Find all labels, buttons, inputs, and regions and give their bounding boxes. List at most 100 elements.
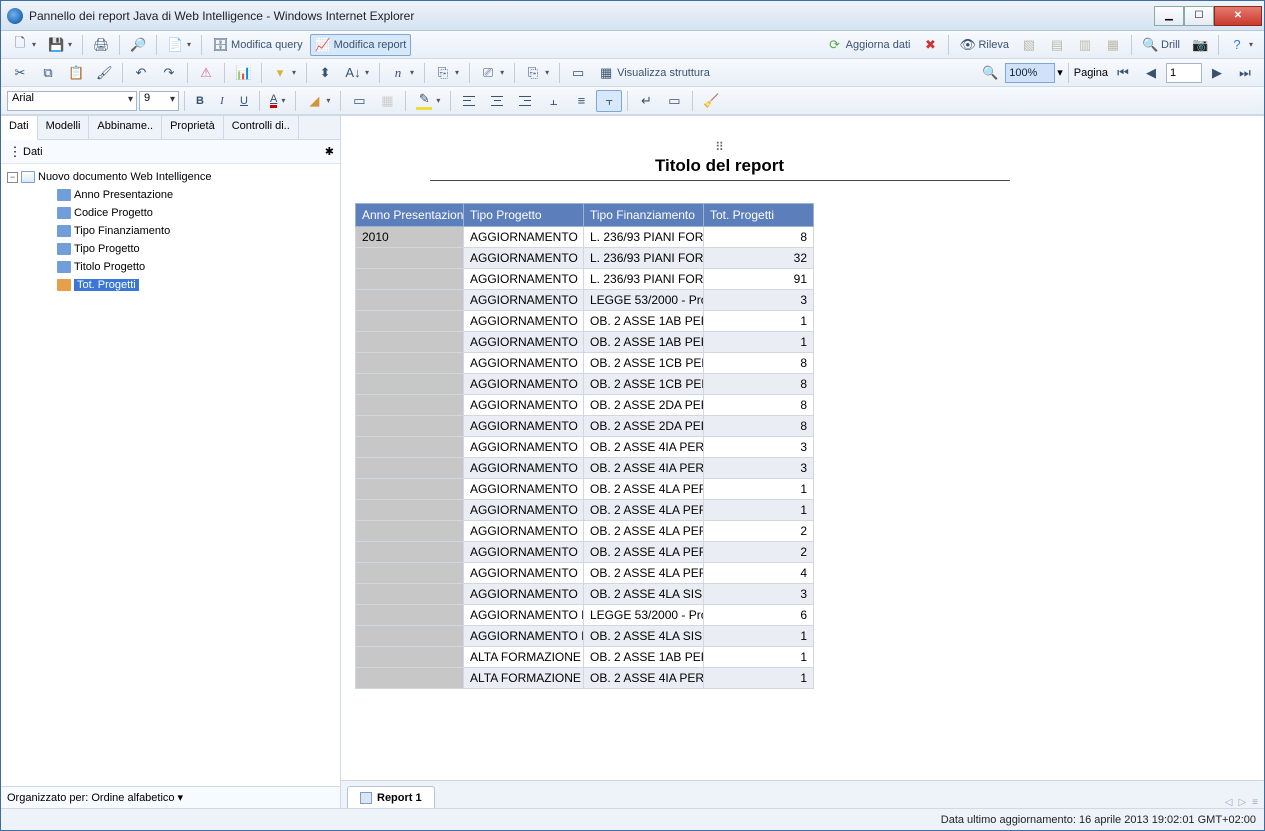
cell-tipo-progetto[interactable]: AGGIORNAMENTO — [464, 584, 584, 605]
page-next-button[interactable]: ▶ — [1204, 62, 1230, 84]
cell-tot-progetti[interactable]: 1 — [704, 332, 814, 353]
cell-anno[interactable] — [356, 374, 464, 395]
zoom-dropdown-icon[interactable]: ▾ — [1057, 66, 1063, 79]
cell-tot-progetti[interactable]: 2 — [704, 521, 814, 542]
cell-tot-progetti[interactable]: 91 — [704, 269, 814, 290]
cell-tipo-progetto[interactable]: AGGIORNAMENTO — [464, 542, 584, 563]
refresh-data-button[interactable]: ⟳Aggiorna dati — [822, 34, 916, 56]
table-row[interactable]: ALTA FORMAZIONE POB. 2 ASSE 1AB PER1 — [356, 647, 814, 668]
th-anno[interactable]: Anno Presentazione — [356, 204, 464, 227]
table-row[interactable]: AGGIORNAMENTOOB. 2 ASSE 4IA PER T3 — [356, 458, 814, 479]
cell-tipo-finanziamento[interactable]: OB. 2 ASSE 4IA PER T — [584, 437, 704, 458]
cell-anno[interactable] — [356, 290, 464, 311]
tree-root[interactable]: − Nuovo documento Web Intelligence — [3, 168, 338, 186]
cell-tipo-progetto[interactable]: AGGIORNAMENTO — [464, 227, 584, 248]
zoom-fit-button[interactable]: 🔍 — [977, 62, 1003, 84]
cell-tipo-finanziamento[interactable]: L. 236/93 PIANI FORM — [584, 227, 704, 248]
cell-tot-progetti[interactable]: 3 — [704, 437, 814, 458]
track-changes-button[interactable]: 👁Rileva — [954, 34, 1014, 56]
side-tab-map[interactable]: Abbiname.. — [89, 116, 162, 139]
table-row[interactable]: AGGIORNAMENTOOB. 2 ASSE 1AB PER1 — [356, 332, 814, 353]
cell-tipo-progetto[interactable]: ALTA FORMAZIONE P — [464, 668, 584, 689]
find-button[interactable]: 🔎 — [125, 34, 151, 56]
side-tab-inputcontrols[interactable]: Controlli di.. — [224, 116, 299, 139]
cell-tipo-progetto[interactable]: AGGIORNAMENTO IN — [464, 605, 584, 626]
export-button[interactable]: 📄▾ — [162, 34, 196, 56]
cell-anno[interactable] — [356, 458, 464, 479]
table-row[interactable]: AGGIORNAMENTOOB. 2 ASSE 1CB PER8 — [356, 353, 814, 374]
cell-tipo-finanziamento[interactable]: LEGGE 53/2000 - Pro — [584, 605, 704, 626]
tree-item[interactable]: Tipo Progetto — [3, 240, 338, 258]
break-button[interactable]: ⎘▾ — [430, 62, 464, 84]
cell-anno[interactable] — [356, 332, 464, 353]
copy-button[interactable]: ⧉ — [35, 62, 61, 84]
cell-tipo-finanziamento[interactable]: L. 236/93 PIANI FORM — [584, 248, 704, 269]
cell-tipo-finanziamento[interactable]: OB. 2 ASSE 2DA PER — [584, 416, 704, 437]
track-opt3-button[interactable]: ▥ — [1072, 34, 1098, 56]
border-style-button[interactable]: ▭ — [346, 90, 372, 112]
align-bottom-button[interactable]: ⫟ — [596, 90, 622, 112]
cut-button[interactable]: ✂ — [7, 62, 33, 84]
table-row[interactable]: 2010AGGIORNAMENTOL. 236/93 PIANI FORM8 — [356, 227, 814, 248]
align-top-button[interactable]: ⫠ — [540, 90, 566, 112]
cell-anno[interactable] — [356, 311, 464, 332]
cell-tipo-finanziamento[interactable]: OB. 2 ASSE 4IA PER T — [584, 668, 704, 689]
report-table[interactable]: Anno Presentazione Tipo Progetto Tipo Fi… — [355, 203, 814, 689]
cell-tipo-finanziamento[interactable]: OB. 2 ASSE 4LA PER — [584, 521, 704, 542]
cell-anno[interactable] — [356, 416, 464, 437]
cell-tipo-progetto[interactable]: AGGIORNAMENTO — [464, 311, 584, 332]
cell-tot-progetti[interactable]: 3 — [704, 584, 814, 605]
cell-anno[interactable] — [356, 605, 464, 626]
cell-tipo-finanziamento[interactable]: OB. 2 ASSE 4LA PER — [584, 542, 704, 563]
track-opt2-button[interactable]: ▤ — [1044, 34, 1070, 56]
cell-tipo-finanziamento[interactable]: OB. 2 ASSE 1CB PER — [584, 374, 704, 395]
wrap-text-button[interactable]: ↵ — [633, 90, 659, 112]
sort-asc-button[interactable]: ⬍ — [312, 62, 338, 84]
merge-cells-button[interactable]: ▭ — [661, 90, 687, 112]
help-button[interactable]: ?▾ — [1224, 34, 1258, 56]
sort-custom-button[interactable]: A↓▾ — [340, 62, 374, 84]
cancel-refresh-button[interactable]: ✖ — [917, 34, 943, 56]
cell-tipo-finanziamento[interactable]: OB. 2 ASSE 4LA PER — [584, 500, 704, 521]
font-size-select[interactable]: 9 — [139, 91, 179, 111]
new-document-button[interactable]: 🗋▾ — [7, 34, 41, 56]
bold-button[interactable]: B — [190, 90, 210, 112]
th-tot-progetti[interactable]: Tot. Progetti — [704, 204, 814, 227]
table-row[interactable]: AGGIORNAMENTOOB. 2 ASSE 4LA PER2 — [356, 542, 814, 563]
cell-tot-progetti[interactable]: 2 — [704, 542, 814, 563]
cell-anno[interactable] — [356, 353, 464, 374]
rank-button[interactable]: 📊 — [230, 62, 256, 84]
cell-tipo-progetto[interactable]: AGGIORNAMENTO — [464, 458, 584, 479]
cell-tot-progetti[interactable]: 1 — [704, 647, 814, 668]
cell-tot-progetti[interactable]: 8 — [704, 416, 814, 437]
cell-tipo-progetto[interactable]: AGGIORNAMENTO — [464, 374, 584, 395]
page-first-button[interactable]: ⏮ — [1110, 62, 1136, 84]
cell-anno[interactable] — [356, 269, 464, 290]
redo-button[interactable]: ↷ — [156, 62, 182, 84]
cell-tipo-finanziamento[interactable]: OB. 2 ASSE 4LA SIS T — [584, 584, 704, 605]
drag-handle-icon[interactable]: ⠿ — [713, 140, 727, 152]
cell-anno[interactable]: 2010 — [356, 227, 464, 248]
cell-tipo-progetto[interactable]: AGGIORNAMENTO — [464, 353, 584, 374]
cell-tipo-progetto[interactable]: AGGIORNAMENTO — [464, 395, 584, 416]
maximize-button[interactable] — [1184, 6, 1214, 26]
cell-anno[interactable] — [356, 647, 464, 668]
cell-tipo-finanziamento[interactable]: OB. 2 ASSE 1AB PER — [584, 332, 704, 353]
cell-tipo-finanziamento[interactable]: OB. 2 ASSE 1AB PER — [584, 311, 704, 332]
cell-tot-progetti[interactable]: 32 — [704, 248, 814, 269]
save-button[interactable]: 💾▾ — [43, 34, 77, 56]
tree-item[interactable]: Codice Progetto — [3, 204, 338, 222]
cell-anno[interactable] — [356, 395, 464, 416]
cell-tipo-finanziamento[interactable]: OB. 2 ASSE 4IA PER T — [584, 458, 704, 479]
highlight-button[interactable]: ✎▾ — [411, 90, 445, 112]
print-button[interactable]: 🖨 — [88, 34, 114, 56]
tree-item[interactable]: Titolo Progetto — [3, 258, 338, 276]
tree-item[interactable]: Anno Presentazione — [3, 186, 338, 204]
cell-anno[interactable] — [356, 248, 464, 269]
side-tab-templates[interactable]: Modelli — [38, 116, 90, 139]
zoom-input[interactable] — [1005, 63, 1055, 83]
cell-anno[interactable] — [356, 500, 464, 521]
track-opt1-button[interactable]: ▧ — [1016, 34, 1042, 56]
close-button[interactable] — [1214, 6, 1262, 26]
cell-anno[interactable] — [356, 479, 464, 500]
